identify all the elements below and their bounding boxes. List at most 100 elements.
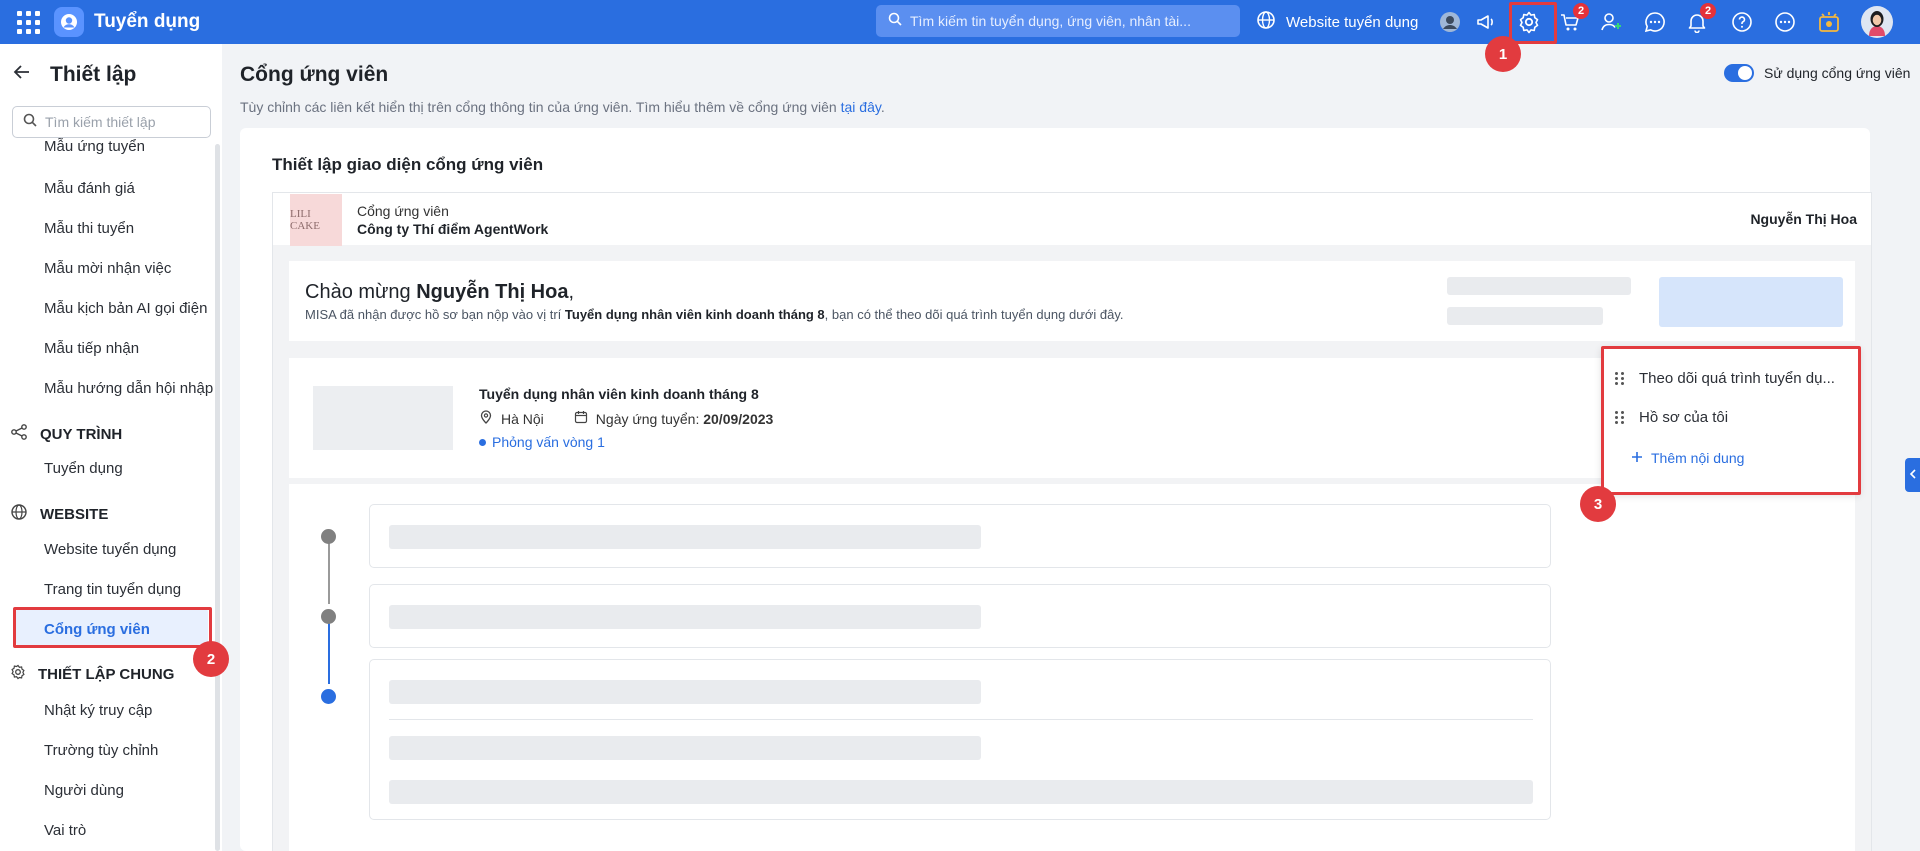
globe-icon [10,503,28,525]
skeleton-line [389,605,981,629]
add-user-icon[interactable] [1596,7,1626,37]
cart-icon[interactable]: 2 [1555,3,1589,37]
skeleton-line [389,525,981,549]
use-portal-toggle-label: Sử dụng cổng ứng viên [1764,65,1911,81]
calendar-icon [574,410,588,427]
page-description-end: . [880,99,885,115]
welcome-name: Nguyễn Thị Hoa [416,281,569,303]
sidebar-item-mau-ung-tuyen[interactable]: Mẫu ứng tuyển [44,138,145,155]
job-title: Tuyển dụng nhân viên kinh doanh tháng 8 [479,386,759,402]
job-date-value: 20/09/2023 [703,410,774,427]
global-search[interactable] [876,5,1240,37]
global-search-input[interactable] [910,13,1230,29]
sidebar-item-website-tuyen-dung[interactable]: Website tuyển dụng [44,541,176,558]
job-location: Hà Nội [501,410,544,427]
portal-toggle-group: Sử dụng cổng ứng viên [1724,64,1910,82]
help-icon[interactable] [1727,7,1757,37]
welcome-suffix: , [568,281,575,303]
page-description-text: Tùy chỉnh các liên kết hiển thị trên cổn… [240,99,841,115]
card-title: Thiết lập giao diện cổng ứng viên [272,155,544,174]
sidebar-item-trang-tin-tuyen-dung[interactable]: Trang tin tuyển dụng [44,581,181,598]
welcome-prefix: Chào mừng [305,281,417,303]
sidebar-item-nhat-ky-truy-cap[interactable]: Nhật ký truy cập [44,702,152,719]
timeline-area [289,484,1855,851]
chevron-left-icon [1909,466,1917,484]
page-title: Cổng ứng viên [240,63,389,86]
notification-badge: 2 [1700,3,1716,19]
page-description: Tùy chỉnh các liên kết hiển thị trên cổn… [240,99,885,115]
sidebar-item-mau-tiep-nhan[interactable]: Mẫu tiếp nhận [44,340,139,357]
section-website: WEBSITE [10,503,108,525]
timeline-card [369,659,1551,820]
timeline-line [328,619,330,684]
sidebar-item-tuyen-dung[interactable]: Tuyển dụng [44,460,123,477]
highlight-cong-ung-vien [13,607,212,648]
welcome-panel: Chào mừng Nguyễn Thị Hoa, MISA đã nhận đ… [289,261,1855,341]
workflow-icon [10,423,28,445]
website-link[interactable]: Website tuyển dụng [1256,8,1418,36]
skeleton-line [389,736,981,760]
ai-assistant-icon[interactable] [1435,7,1465,37]
portal-preview: LILI CAKE Cổng ứng viên Công ty Thí điểm… [272,192,1872,851]
highlight-menu-panel [1601,346,1861,495]
skeleton-line [1447,307,1603,325]
skeleton-line [389,780,1533,804]
website-link-label: Website tuyển dụng [1286,13,1419,31]
section-thiet-lap-chung: THIẾT LẬP CHUNG [10,664,174,684]
sidebar-item-vai-tro[interactable]: Vai trò [44,822,86,839]
timeline-dot [321,609,336,624]
welcome-heading: Chào mừng Nguyễn Thị Hoa, [305,281,574,304]
divider [389,719,1533,720]
sidebar-search-input[interactable] [45,114,205,130]
sidebar-item-nguoi-dung[interactable]: Người dùng [44,782,124,799]
status-dot [479,438,486,446]
sidebar-scrollbar[interactable] [215,144,220,851]
preview-portal-label: Cổng ứng viên [357,203,449,219]
section-thiet-lap-chung-label: THIẾT LẬP CHUNG [38,665,175,683]
learn-more-link[interactable]: tại đây [841,99,881,115]
megaphone-icon[interactable] [1471,7,1501,37]
apps-grid-icon[interactable] [14,8,42,36]
sidebar-item-mau-danh-gia[interactable]: Mẫu đánh giá [44,180,135,197]
skeleton-line [389,680,981,704]
notification-bell-icon[interactable]: 2 [1682,3,1716,37]
sidebar-item-mau-thi-tuyen[interactable]: Mẫu thi tuyển [44,220,134,237]
section-website-label: WEBSITE [40,505,109,523]
collapse-panel-tab[interactable] [1905,458,1920,492]
preview-company-name: Công ty Thí điểm AgentWork [357,221,549,237]
job-status: Phỏng vấn vòng 1 [479,434,605,450]
step-marker-1: 1 [1485,36,1521,72]
chat-icon[interactable] [1640,7,1670,37]
timeline-card [369,584,1551,648]
step-marker-3: 3 [1580,486,1616,522]
timeline-card [369,504,1551,568]
back-arrow-icon[interactable] [12,62,32,87]
skeleton-button [1659,277,1843,327]
sidebar-item-mau-moi-nhan-viec[interactable]: Mẫu mời nhận việc [44,260,171,277]
more-options-icon[interactable] [1770,7,1800,37]
sun-calendar-icon[interactable] [1814,7,1844,37]
sidebar-item-truong-tuy-chinh[interactable]: Trường tùy chỉnh [44,742,158,759]
use-portal-toggle[interactable] [1724,64,1754,82]
sidebar-item-mau-huong-dan-hoi-nhap[interactable]: Mẫu hướng dẫn hội nhập [44,380,213,397]
search-icon [23,113,37,132]
section-quy-trinh: QUY TRÌNH [10,423,122,445]
welcome-message: MISA đã nhận được hồ sơ bạn nộp vào vị t… [305,307,1124,322]
job-thumbnail [313,386,453,450]
welcome-text-1: MISA đã nhận được hồ sơ bạn nộp vào vị t… [305,307,565,322]
sidebar-item-mau-kich-ban-ai[interactable]: Mẫu kịch bản AI gọi điện [44,300,207,317]
preview-user-name: Nguyễn Thị Hoa [1750,211,1857,227]
cart-badge: 2 [1573,3,1589,19]
job-date: Ngày ứng tuyển: 20/09/2023 [596,411,774,427]
search-icon [888,12,902,31]
sidebar-title: Thiết lập [50,62,137,86]
app-title: Tuyển dụng [94,11,201,32]
step-marker-2: 2 [193,641,229,677]
user-avatar[interactable] [1860,5,1894,39]
welcome-text-2: , bạn có thể theo dõi quá trình tuyển dụ… [824,307,1124,322]
timeline-dot-current [321,689,336,704]
gear-icon [10,664,26,684]
sidebar-search[interactable] [12,106,211,138]
location-pin-icon [479,410,493,427]
company-logo: LILI CAKE [290,194,342,246]
